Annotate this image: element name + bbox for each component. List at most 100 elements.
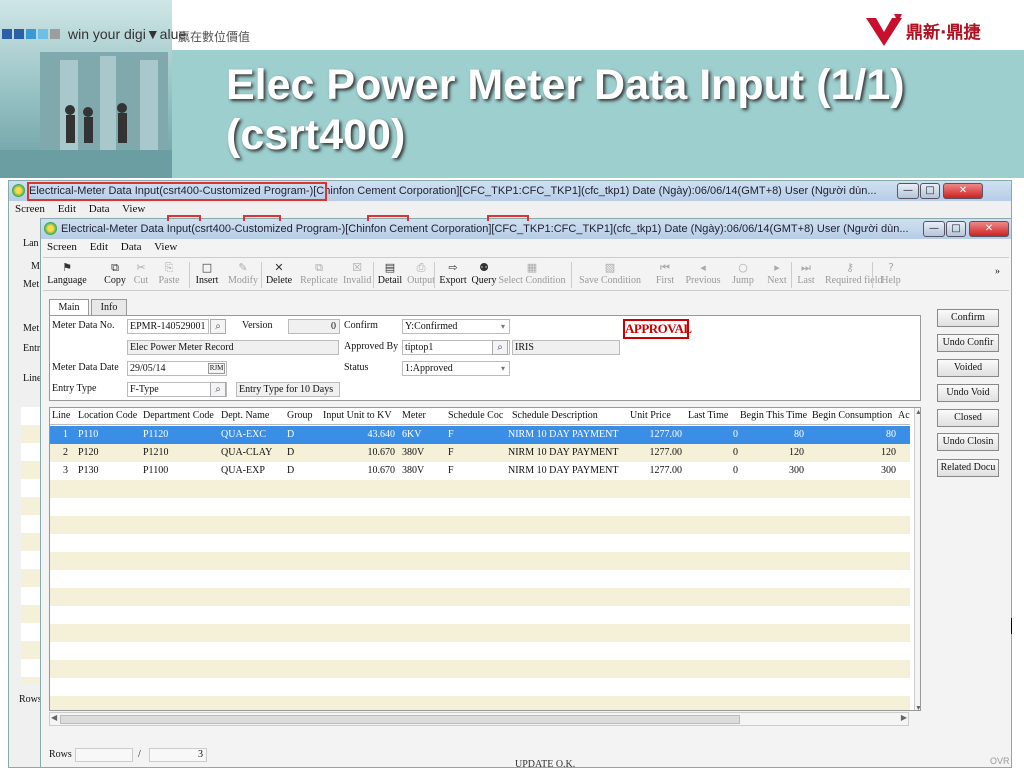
grid-column-header[interactable]: Dept. Name: [221, 410, 285, 421]
toolbar-export-button[interactable]: ⇨ Export: [438, 260, 468, 286]
grid-column-header[interactable]: Location Code: [78, 410, 142, 421]
horizontal-scrollbar[interactable]: ◀ ▶: [49, 712, 909, 726]
grid-cell[interactable]: 1277.00: [630, 429, 683, 440]
grid-column-header[interactable]: Ac: [898, 410, 910, 421]
grid-cell[interactable]: 2: [56, 447, 68, 458]
toolbar-jump-button[interactable]: ○ Jump: [729, 260, 757, 286]
chevron-down-icon[interactable]: ▾: [496, 320, 510, 333]
menu-data[interactable]: Data: [89, 203, 110, 215]
toolbar-required-field-button[interactable]: ⚷ Required field: [825, 260, 882, 286]
grid-column-header[interactable]: Line: [52, 410, 76, 421]
status-select[interactable]: 1:Approved: [402, 361, 510, 376]
empty-table-row[interactable]: [50, 624, 910, 642]
grid-cell[interactable]: F: [448, 465, 508, 476]
meter-data-no-field[interactable]: EPMR-140529001: [127, 319, 209, 334]
menu-view[interactable]: View: [154, 241, 177, 253]
grid-column-header[interactable]: Schedule Description: [512, 410, 628, 421]
close-button[interactable]: ✕: [943, 183, 983, 199]
empty-table-row[interactable]: [50, 660, 910, 678]
side-button-confirm[interactable]: Confirm: [937, 309, 999, 327]
table-row[interactable]: 3 P130 P1100 QUA-EXP D 10.670 380V F NIRM 10 DAY…: [50, 462, 910, 480]
grid-column-header[interactable]: Last Time: [688, 410, 738, 421]
grid-cell[interactable]: P110: [78, 429, 138, 440]
grid-cell[interactable]: 1277.00: [630, 447, 683, 458]
grid-cell[interactable]: 0: [688, 429, 738, 440]
side-button-undo-closin[interactable]: Undo Closin: [937, 433, 999, 451]
grid-cell[interactable]: 0: [688, 465, 738, 476]
confirm-select[interactable]: Y:Confirmed: [402, 319, 510, 334]
maximize-button[interactable]: □: [946, 221, 966, 237]
grid-column-header[interactable]: Group: [287, 410, 321, 421]
empty-table-row[interactable]: [50, 552, 910, 570]
grid-column-header[interactable]: Begin Consumption: [812, 410, 896, 421]
empty-table-row[interactable]: [50, 696, 910, 710]
toolbar-last-button[interactable]: ⏭ Last: [795, 260, 817, 286]
grid-cell[interactable]: 0: [688, 447, 738, 458]
side-button-undo-confir[interactable]: Undo Confir: [937, 334, 999, 352]
toolbar-invalid-button[interactable]: ☒ Invalid: [343, 260, 371, 286]
table-row[interactable]: 1 P110 P1120 QUA-EXC D 43.640 6KV F NIRM 10 DAY …: [50, 426, 910, 444]
grid-cell[interactable]: 80: [740, 429, 804, 440]
grid-cell[interactable]: 300: [812, 465, 896, 476]
toolbar-delete-button[interactable]: ✕ Delete: [265, 260, 293, 286]
grid-cell[interactable]: F: [448, 447, 508, 458]
maximize-button[interactable]: □: [920, 183, 940, 199]
toolbar-modify-button[interactable]: ✎ Modify: [225, 260, 261, 286]
minimize-button[interactable]: —: [897, 183, 919, 199]
grid-cell[interactable]: 43.640: [323, 429, 396, 440]
toolbar-help-button[interactable]: ? Help: [876, 260, 906, 286]
grid-cell[interactable]: P1100: [143, 465, 213, 476]
menu-edit[interactable]: Edit: [58, 203, 76, 215]
search-icon[interactable]: ⌕: [210, 382, 226, 397]
toolbar-copy-button[interactable]: ⧉ Copy: [102, 260, 128, 286]
calendar-icon[interactable]: RJM: [208, 363, 225, 374]
grid-cell[interactable]: D: [287, 429, 317, 440]
grid-cell[interactable]: D: [287, 465, 317, 476]
grid-column-header[interactable]: Unit Price: [630, 410, 686, 421]
side-button-related-docu[interactable]: Related Docu: [937, 459, 999, 477]
toolbar-paste-button[interactable]: ⎘ Paste: [156, 260, 182, 286]
table-row[interactable]: 2 P120 P1210 QUA-CLAY D 10.670 380V F NIRM 10 DA…: [50, 444, 910, 462]
toolbar-save-condition-button[interactable]: ▧ Save Condition: [575, 260, 645, 286]
empty-table-row[interactable]: [50, 534, 910, 552]
toolbar-first-button[interactable]: ⏮ First: [653, 260, 677, 286]
grid-cell[interactable]: 120: [812, 447, 896, 458]
scroll-up-icon[interactable]: ▲: [915, 408, 920, 416]
empty-table-row[interactable]: [50, 498, 910, 516]
empty-table-row[interactable]: [50, 516, 910, 534]
toolbar-more-button[interactable]: »: [995, 266, 1000, 277]
toolbar-query-button[interactable]: ⚉ Query: [471, 260, 497, 286]
side-button-voided[interactable]: Voided: [937, 359, 999, 377]
grid-cell[interactable]: 120: [740, 447, 804, 458]
empty-table-row[interactable]: [50, 642, 910, 660]
grid-cell[interactable]: NIRM 10 DAY PAYMENT: [508, 447, 628, 458]
menu-screen[interactable]: Screen: [15, 203, 45, 215]
grid-cell[interactable]: 1: [56, 429, 68, 440]
toolbar-replicate-button[interactable]: ⧉ Replicate: [299, 260, 339, 286]
toolbar-next-button[interactable]: ▸ Next: [765, 260, 789, 286]
grid-cell[interactable]: QUA-EXP: [221, 465, 285, 476]
side-button-closed[interactable]: Closed: [937, 409, 999, 427]
grid-cell[interactable]: 380V: [402, 465, 446, 476]
grid-column-header[interactable]: Input Unit to KV: [323, 410, 399, 421]
toolbar-select-condition-button[interactable]: ▦ Select Condition: [497, 260, 567, 286]
grid-cell[interactable]: F: [448, 429, 508, 440]
empty-table-row[interactable]: [50, 570, 910, 588]
toolbar-detail-button[interactable]: ▤ Detail: [377, 260, 403, 286]
grid-cell[interactable]: 10.670: [323, 447, 396, 458]
empty-table-row[interactable]: [50, 480, 910, 498]
grid-column-header[interactable]: Meter: [402, 410, 446, 421]
grid-cell[interactable]: 3: [56, 465, 68, 476]
grid-cell[interactable]: NIRM 10 DAY PAYMENT: [508, 429, 628, 440]
toolbar-language-button[interactable]: ⚑ Language: [47, 260, 87, 286]
tab-main[interactable]: Main: [49, 299, 89, 316]
grid-cell[interactable]: P120: [78, 447, 138, 458]
grid-cell[interactable]: QUA-CLAY: [221, 447, 285, 458]
empty-table-row[interactable]: [50, 678, 910, 696]
grid-cell[interactable]: P130: [78, 465, 138, 476]
side-button-undo-void[interactable]: Undo Void: [937, 384, 999, 402]
menu-screen[interactable]: Screen: [47, 241, 77, 253]
minimize-button[interactable]: —: [923, 221, 945, 237]
toolbar-output-button[interactable]: ⎙ Output: [407, 260, 435, 286]
menu-data[interactable]: Data: [121, 241, 142, 253]
